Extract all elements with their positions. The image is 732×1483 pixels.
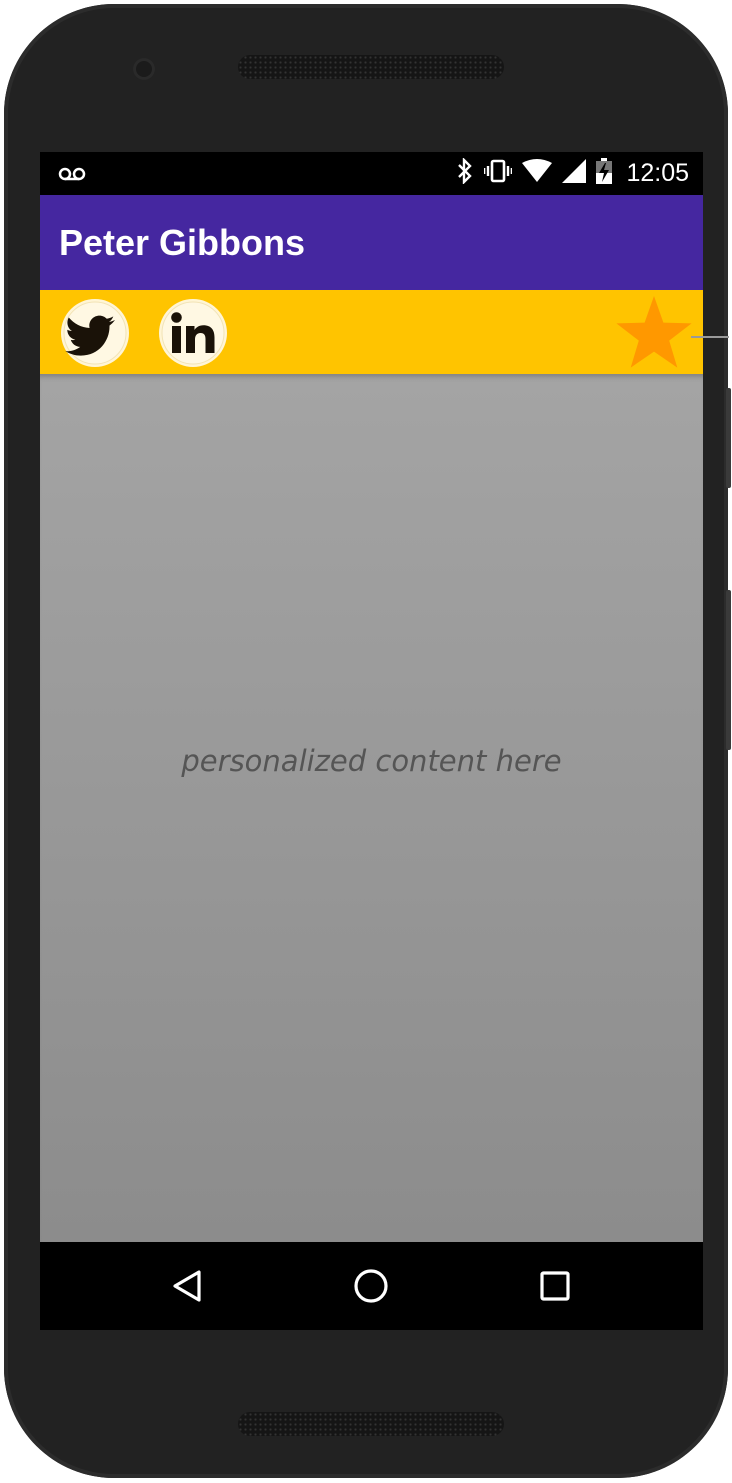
cell-signal-icon (562, 159, 587, 188)
twitter-icon[interactable] (60, 298, 130, 368)
phone-frame: 12:05 Peter Gibbons personalized content… (4, 4, 728, 1478)
phone-screen: 12:05 Peter Gibbons personalized content… (40, 152, 703, 1330)
battery-charging-icon (596, 158, 613, 189)
status-bar: 12:05 (40, 152, 703, 195)
callout-line (691, 336, 729, 338)
bottom-speaker (238, 1412, 504, 1436)
bluetooth-icon (456, 157, 474, 189)
navigation-bar (40, 1242, 703, 1330)
app-bar: Peter Gibbons (40, 195, 703, 290)
content-placeholder: personalized content here (181, 744, 562, 778)
voicemail-icon (58, 162, 86, 189)
volume-button (726, 590, 731, 750)
front-camera (133, 58, 155, 80)
favorite-star-icon[interactable] (614, 294, 694, 372)
social-bar (40, 290, 703, 374)
earpiece-speaker (238, 55, 504, 79)
content-area: personalized content here (40, 374, 703, 1242)
back-icon[interactable] (166, 1264, 210, 1308)
power-button (726, 388, 731, 488)
recents-icon[interactable] (533, 1264, 577, 1308)
home-icon[interactable] (349, 1264, 393, 1308)
linkedin-icon[interactable] (158, 298, 228, 368)
vibrate-icon (484, 158, 513, 189)
page-title: Peter Gibbons (59, 222, 306, 263)
wifi-icon (522, 159, 553, 188)
status-time: 12:05 (626, 159, 689, 187)
